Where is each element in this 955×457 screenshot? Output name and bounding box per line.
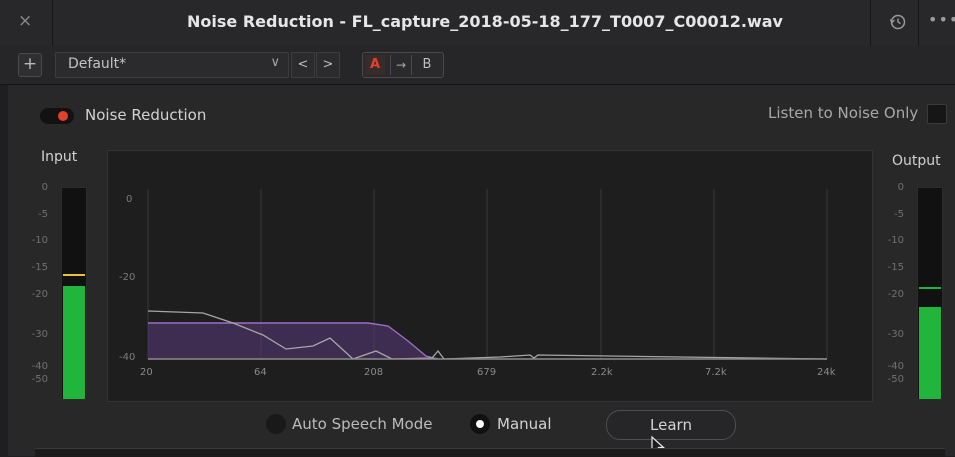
preset-dropdown[interactable]: Default* ∨	[55, 52, 289, 78]
x-label-20: 20	[140, 367, 153, 378]
input-scale-30: -30	[31, 329, 48, 340]
y-label-40: -40	[119, 352, 136, 363]
auto-speech-mode-label: Auto Speech Mode	[292, 415, 433, 433]
manual-mode-label: Manual	[497, 415, 552, 433]
output-scale-5: -5	[894, 209, 904, 220]
close-icon[interactable]: ×	[18, 11, 32, 31]
x-label-7-2k: 7.2k	[705, 367, 727, 378]
input-scale-0: 0	[41, 182, 48, 193]
add-preset-button[interactable]: +	[18, 53, 42, 77]
output-scale-15: -15	[887, 262, 904, 273]
y-label-0: 0	[126, 194, 133, 205]
y-label-20: -20	[119, 272, 136, 283]
title-separator	[870, 0, 871, 46]
input-meter-label: Input	[41, 149, 78, 165]
output-meter-label: Output	[892, 153, 941, 169]
title-separator	[52, 0, 53, 46]
listen-noise-only-checkbox[interactable]	[927, 104, 947, 124]
auto-speech-mode-radio[interactable]	[266, 414, 286, 434]
input-scale-50: -50	[31, 374, 48, 385]
input-peak-marker	[63, 274, 85, 276]
ab-compare-group: A → B	[362, 52, 444, 78]
toggle-indicator	[58, 111, 68, 121]
x-label-208: 208	[364, 367, 384, 378]
preset-value: Default*	[68, 56, 127, 72]
manual-mode-radio[interactable]	[470, 414, 490, 434]
title-separator	[918, 0, 919, 46]
output-scale-20: -20	[887, 289, 904, 300]
output-scale-10: -10	[887, 235, 904, 246]
output-scale-0: 0	[897, 182, 904, 193]
input-scale-40: -40	[31, 361, 48, 372]
compare-b-button[interactable]: B	[417, 55, 437, 75]
compare-a-button[interactable]: A	[365, 55, 385, 75]
output-scale-30: -30	[887, 329, 904, 340]
input-scale-15: -15	[31, 262, 48, 273]
reset-history-icon[interactable]	[888, 12, 908, 32]
input-scale-5: -5	[38, 209, 48, 220]
input-level-meter	[61, 187, 87, 400]
listen-noise-only-label: Listen to Noise Only	[768, 104, 919, 122]
chevron-down-icon: ∨	[270, 55, 280, 70]
input-scale-10: -10	[31, 235, 48, 246]
spectrum-graph[interactable]: 0 -20 -40 20 64 208 679 2.2k 7.2k 24k	[107, 150, 873, 402]
x-label-679: 679	[477, 367, 497, 378]
input-scale-20: -20	[31, 289, 48, 300]
input-level-fill	[63, 286, 85, 399]
learn-button[interactable]: Learn	[606, 410, 736, 440]
x-label-2-2k: 2.2k	[591, 367, 613, 378]
noise-reduction-label: Noise Reduction	[85, 106, 207, 124]
output-scale-50: -50	[887, 374, 904, 385]
previous-preset-button[interactable]: <	[291, 52, 315, 78]
output-peak-marker	[919, 287, 941, 289]
next-preset-button[interactable]: >	[316, 52, 340, 78]
x-label-24k: 24k	[817, 367, 836, 378]
noise-profile-fill	[148, 323, 438, 359]
output-level-meter	[917, 187, 943, 400]
spectrum-plot	[147, 189, 828, 360]
more-options-icon[interactable]: •••	[928, 10, 955, 29]
copy-a-to-b-button[interactable]: →	[390, 55, 412, 75]
noise-reduction-toggle[interactable]	[40, 108, 74, 124]
output-scale-40: -40	[887, 361, 904, 372]
output-level-fill	[919, 307, 941, 399]
x-label-64: 64	[254, 367, 267, 378]
window-title: Noise Reduction - FL_capture_2018-05-18_…	[187, 12, 783, 31]
